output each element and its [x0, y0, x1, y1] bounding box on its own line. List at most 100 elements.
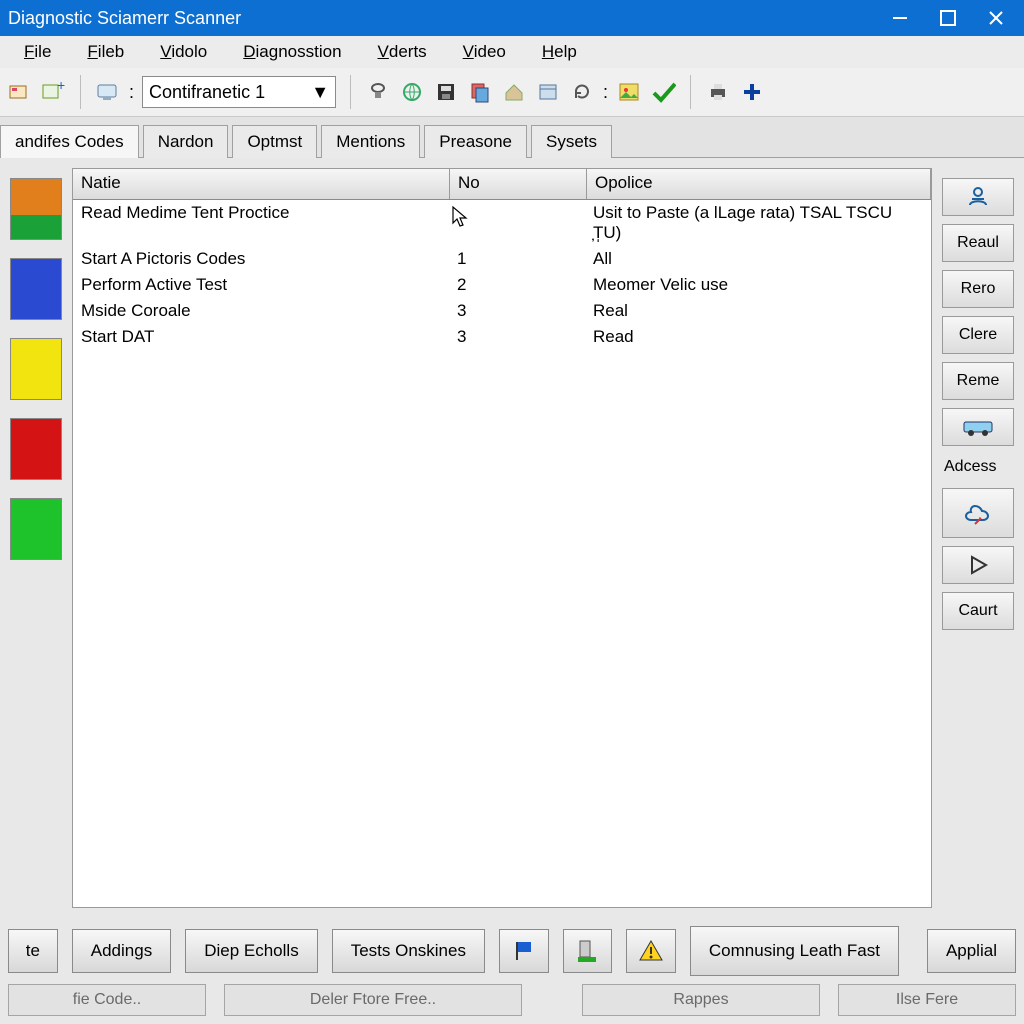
tool-window-icon[interactable] — [535, 79, 561, 105]
btn-warning-icon[interactable] — [626, 929, 676, 973]
col-natie[interactable]: Natie — [73, 169, 450, 199]
tab-nardon[interactable]: Nardon — [143, 125, 229, 158]
col-opolice[interactable]: Opolice — [587, 169, 931, 199]
center-table-panel: Natie No Opolice Read Medime Tent Procti… — [72, 168, 932, 908]
cell-name: Mside Coroale — [73, 298, 449, 324]
btn-addings[interactable]: Addings — [72, 929, 171, 973]
right-cloud-button[interactable] — [942, 488, 1014, 538]
menu-diagnosstion[interactable]: Diagnosstion — [243, 42, 341, 62]
chevron-down-icon: ▼ — [311, 82, 329, 103]
btn-deler-ftore-free[interactable]: Deler Ftore Free.. — [224, 984, 522, 1016]
cell-desc: Usit to Paste (a lLage rata) TSAL TSCU ̦… — [585, 200, 931, 246]
menu-help[interactable]: Help — [542, 42, 577, 62]
thumb-3[interactable] — [10, 338, 62, 400]
menu-file[interactable]: File — [24, 42, 51, 62]
btn-comnusing-label: Comnusing Leath Fast — [709, 942, 880, 961]
bottom-button-row-1: te Addings Diep Echolls Tests Onskines C… — [0, 918, 1024, 984]
tab-preasone[interactable]: Preasone — [424, 125, 527, 158]
table-row[interactable]: Start DAT 3 Read — [73, 324, 931, 350]
menubar: File Fileb Vidolo Diagnosstion Vderts Vi… — [0, 36, 1024, 68]
titlebar: Diagnostic Sciamerr Scanner — [0, 0, 1024, 36]
cell-name: Read Medime Tent Proctice — [73, 200, 449, 246]
maximize-button[interactable] — [928, 5, 968, 31]
tool-print-icon[interactable] — [705, 79, 731, 105]
tab-mentions[interactable]: Mentions — [321, 125, 420, 158]
main-body: Natie No Opolice Read Medime Tent Procti… — [0, 158, 1024, 918]
cursor-icon — [451, 205, 471, 229]
cell-name: Perform Active Test — [73, 272, 449, 298]
thumb-5[interactable] — [10, 498, 62, 560]
tool-refresh-icon[interactable] — [569, 79, 595, 105]
btn-device-icon[interactable] — [563, 929, 613, 973]
tool-save-icon[interactable] — [433, 79, 459, 105]
right-adcess-label: Adcess — [942, 454, 1014, 480]
btn-diep-echolls[interactable]: Diep Echolls — [185, 929, 318, 973]
thumb-4[interactable] — [10, 418, 62, 480]
btn-comnusing-leath-fast[interactable]: Comnusing Leath Fast — [690, 926, 899, 976]
tab-optmst[interactable]: Optmst — [232, 125, 317, 158]
tab-sysets[interactable]: Sysets — [531, 125, 612, 158]
combo-label: : — [129, 82, 134, 103]
cell-desc: Read — [585, 324, 931, 350]
table-row[interactable]: Start A Pictoris Codes 1 All — [73, 246, 931, 272]
close-button[interactable] — [976, 5, 1016, 31]
btn-tests-onskines[interactable]: Tests Onskines — [332, 929, 485, 973]
tool-device-icon[interactable] — [95, 79, 121, 105]
btn-applial[interactable]: Applial — [927, 929, 1016, 973]
menu-vderts[interactable]: Vderts — [378, 42, 427, 62]
cell-name: Start A Pictoris Codes — [73, 246, 449, 272]
right-action-column: Reaul Rero Clere Reme Adcess Caurt — [942, 168, 1014, 908]
toolbar-separator — [690, 75, 691, 109]
table-row[interactable]: Mside Coroale 3 Real — [73, 298, 931, 324]
table-row[interactable]: Perform Active Test 2 Meomer Velic use — [73, 272, 931, 298]
btn-ilse-fere[interactable]: Ilse Fere — [838, 984, 1016, 1016]
menu-fileb[interactable]: Fileb — [87, 42, 124, 62]
tab-codes[interactable]: andifes Codes — [0, 125, 139, 158]
right-car-button[interactable] — [942, 408, 1014, 446]
btn-flag-icon[interactable] — [499, 929, 549, 973]
cell-desc: Real — [585, 298, 931, 324]
right-reaul-button[interactable]: Reaul — [942, 224, 1014, 262]
toolbar-separator — [350, 75, 351, 109]
menu-video[interactable]: Video — [463, 42, 506, 62]
tool-check-icon[interactable] — [650, 79, 676, 105]
right-rero-button[interactable]: Rero — [942, 270, 1014, 308]
col-no[interactable]: No — [450, 169, 587, 199]
toolbar-separator — [80, 75, 81, 109]
cell-no: 2 — [449, 272, 585, 298]
table-row[interactable]: Read Medime Tent Proctice Usit to Paste … — [73, 200, 931, 246]
btn-fie-code[interactable]: fie Code.. — [8, 984, 206, 1016]
profile-combo[interactable]: Contifranetic 1 ▼ — [142, 76, 336, 108]
tool-home-icon[interactable] — [501, 79, 527, 105]
left-thumbnail-column — [10, 168, 62, 908]
tool-stamp-icon[interactable] — [365, 79, 391, 105]
menu-vidolo[interactable]: Vidolo — [160, 42, 207, 62]
tool-plus-icon[interactable] — [739, 79, 765, 105]
tool-copy-icon[interactable] — [467, 79, 493, 105]
cell-no: 3 — [449, 298, 585, 324]
thumb-2[interactable] — [10, 258, 62, 320]
right-play-button[interactable] — [942, 546, 1014, 584]
table-body: Read Medime Tent Proctice Usit to Paste … — [73, 200, 931, 907]
btn-te[interactable]: te — [8, 929, 58, 973]
cell-no: 3 — [449, 324, 585, 350]
cell-no: 1 — [449, 246, 585, 272]
cell-desc: Meomer Velic use — [585, 272, 931, 298]
thumb-1[interactable] — [10, 178, 62, 240]
cell-name: Start DAT — [73, 324, 449, 350]
tool-add-icon[interactable]: + — [40, 79, 66, 105]
right-caurt-button[interactable]: Caurt — [942, 592, 1014, 630]
right-clere-button[interactable]: Clere — [942, 316, 1014, 354]
tabbar: andifes Codes Nardon Optmst Mentions Pre… — [0, 117, 1024, 158]
right-reme-button[interactable]: Reme — [942, 362, 1014, 400]
minimize-button[interactable] — [880, 5, 920, 31]
right-user-button[interactable] — [942, 178, 1014, 216]
combo-value: Contifranetic 1 — [149, 82, 265, 103]
tool-new-icon[interactable] — [6, 79, 32, 105]
toolbar: + : Contifranetic 1 ▼ : — [0, 68, 1024, 117]
window-title: Diagnostic Sciamerr Scanner — [8, 8, 872, 29]
btn-rappes[interactable]: Rappes — [582, 984, 820, 1016]
tool-globe-icon[interactable] — [399, 79, 425, 105]
tool-image-icon[interactable] — [616, 79, 642, 105]
cell-desc: All — [585, 246, 931, 272]
